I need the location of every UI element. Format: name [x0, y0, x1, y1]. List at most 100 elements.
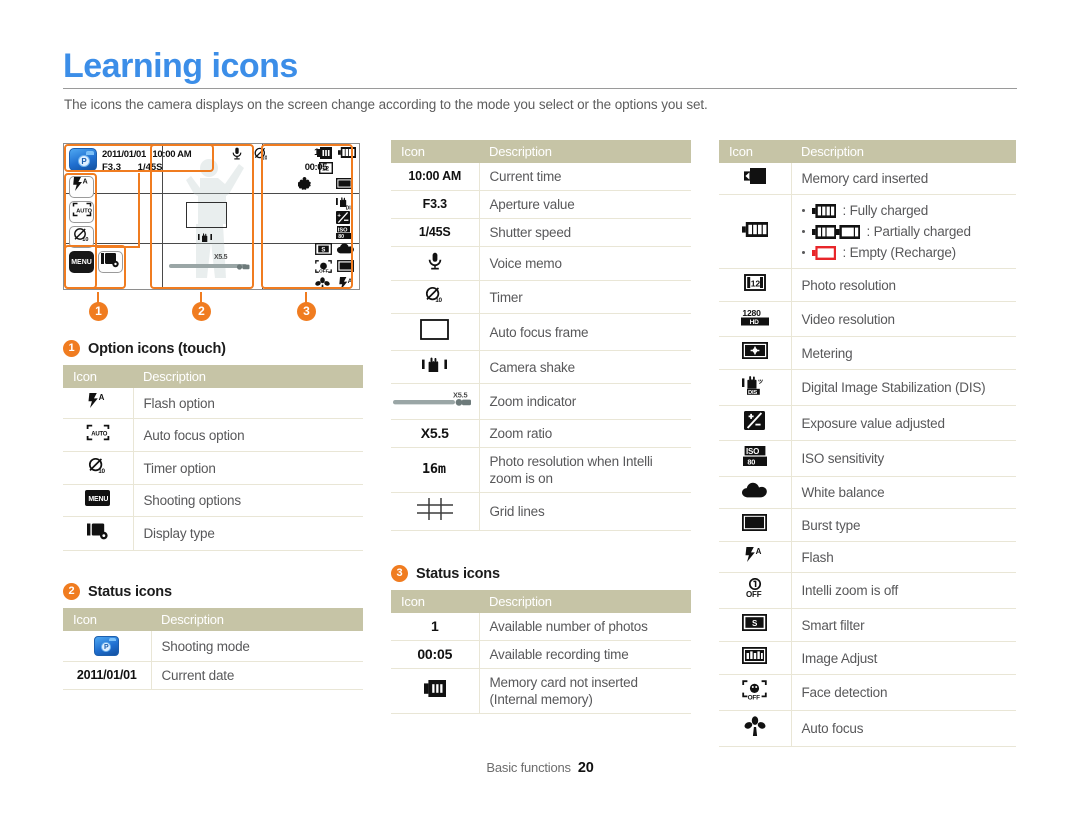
iso-icon: ISO 80 [719, 440, 792, 477]
auto-focus-option-icon: AUTO [63, 418, 134, 452]
table-row: Voice memo [391, 246, 691, 281]
intelli-zoom-off-icon: OFF [719, 572, 792, 609]
table-row: Memory card not inserted (Internal memor… [391, 668, 691, 714]
battery-partial-label: : Partially charged [866, 224, 971, 239]
bullet-dot [801, 251, 805, 254]
battery-state-partial: : Partially charged [801, 221, 1007, 242]
table-row: A Flash [719, 541, 1016, 573]
column-header-description: Description [151, 608, 363, 631]
svg-text:OFF: OFF [748, 694, 760, 700]
timer-option-icon: 10 [63, 451, 134, 485]
table-row: 10 Timer option [63, 451, 363, 485]
section-title: Option icons (touch) [88, 340, 226, 357]
table-row: S Smart filter [719, 608, 1016, 642]
page-subtitle: The icons the camera displays on the scr… [64, 97, 708, 112]
row-description: Smart filter [791, 608, 1016, 642]
bullet-dot [801, 230, 805, 233]
table-row: 1 Available number of photos [391, 613, 691, 641]
table-row: 16m Photo resolution when Intelli zoom i… [391, 447, 691, 493]
svg-text:16m: 16m [422, 461, 446, 475]
row-description: Available number of photos [479, 613, 691, 641]
shooting-mode-p-icon: P [63, 631, 152, 662]
svg-text:80: 80 [747, 457, 755, 466]
svg-text:AUTO: AUTO [91, 432, 108, 438]
section-status-icons-2: 2 Status icons Icon Description P Shooti… [63, 583, 363, 690]
svg-text:12: 12 [751, 278, 761, 288]
aperture-value: F3.3 [391, 190, 480, 219]
table-row: ISO 80 ISO sensitivity [719, 440, 1016, 477]
row-description: Image Adjust [791, 641, 1016, 675]
battery-state-list: : Fully charged: Partially charged: Em… [801, 200, 1007, 263]
table-row: F3.3 Aperture value [391, 190, 691, 219]
svg-text:OFF: OFF [746, 590, 762, 598]
row-description: Voice memo [479, 246, 691, 281]
table-status-icons-right: Icon Description Memory card inserted: … [719, 140, 1016, 747]
auto-focus-macro-icon [719, 710, 792, 747]
table-row: 00:05 Available recording time [391, 640, 691, 669]
table-row: Camera shake [391, 350, 691, 384]
table-row: Burst type [719, 508, 1016, 542]
battery-states-cell: : Fully charged: Partially charged: Em… [791, 194, 1016, 269]
table-row: Auto focus [719, 710, 1016, 747]
photo-resolution-icon: 12 [719, 268, 792, 302]
column-header-icon: Icon [63, 365, 133, 388]
row-description: Zoom ratio [479, 419, 691, 448]
annotation-connector-1 [138, 173, 140, 248]
white-balance-icon [719, 476, 792, 509]
table-status-icons-3: Icon Description 1 Available number of p… [391, 590, 691, 714]
row-description: Flash [791, 541, 1016, 573]
dis-icon: ッ DIS [719, 369, 792, 406]
annotation-box-option-bottom [64, 245, 126, 289]
flash-auto-icon: A [63, 388, 134, 419]
table-row: 10 Timer [391, 280, 691, 314]
row-description: Auto focus frame [479, 313, 691, 351]
callout-3: 3 [297, 302, 316, 321]
recording-time-value: 00:05 [391, 640, 480, 669]
annotation-box-center [150, 144, 254, 289]
page-footer: Basic functions 20 [0, 760, 1080, 776]
battery-icon [719, 194, 792, 269]
table-row: ッ DIS Digital Image Stabilization (DIS) [719, 369, 1016, 406]
display-type-icon [63, 516, 134, 551]
current-date-value: 2011/01/01 [63, 661, 152, 690]
exposure-value-icon [719, 405, 792, 441]
row-description: Metering [791, 336, 1016, 370]
menu-icon: MENU [63, 484, 134, 517]
memory-card-not-inserted-icon [391, 668, 480, 714]
table-status-icons-2: Icon Description P Shooting mode 2011/01… [63, 608, 363, 690]
battery-partial-icon [811, 224, 860, 239]
battery-empty-icon [811, 245, 836, 260]
table-row: Metering [719, 336, 1016, 370]
row-description: Shutter speed [479, 218, 691, 247]
image-adjust-icon [719, 641, 792, 675]
section-title: Status icons [88, 583, 172, 600]
section-status-icons-3: 3 Status icons Icon Description 1 Availa… [391, 565, 691, 714]
row-description: Camera shake [479, 350, 691, 384]
row-description: Photo resolution [791, 268, 1016, 302]
row-description: Digital Image Stabilization (DIS) [791, 369, 1016, 406]
table-row: 12 Photo resolution [719, 268, 1016, 302]
row-description: Shooting mode [151, 631, 363, 662]
callout-2: 2 [192, 302, 211, 321]
row-description: Burst type [791, 508, 1016, 542]
zoom-ratio-value: X5.5 [391, 419, 480, 448]
table-row: X5.5 Zoom indicator [391, 383, 691, 420]
table-row: 10:00 AM Current time [391, 163, 691, 191]
battery-full-icon [811, 203, 836, 218]
flash-icon: A [719, 541, 792, 573]
row-description: Memory card not inserted (Internal memor… [479, 668, 691, 714]
shutter-speed-value: 1/45S [391, 218, 480, 247]
row-description: Shooting options [133, 484, 363, 517]
table-row: AUTO Auto focus option [63, 418, 363, 452]
row-description: Flash option [133, 388, 363, 419]
diagram-callouts: 1 2 3 [63, 292, 363, 326]
table-row: A Flash option [63, 388, 363, 419]
svg-text:ISO: ISO [746, 447, 759, 456]
table-row: 1280 HD Video resolution [719, 301, 1016, 337]
callout-1: 1 [89, 302, 108, 321]
section-heading-status-icons-3: 3 Status icons [391, 565, 691, 582]
svg-text:A: A [755, 547, 761, 556]
table-row: Display type [63, 516, 363, 551]
table-row: : Fully charged: Partially charged: Em… [719, 194, 1016, 269]
section-number: 3 [391, 565, 408, 582]
